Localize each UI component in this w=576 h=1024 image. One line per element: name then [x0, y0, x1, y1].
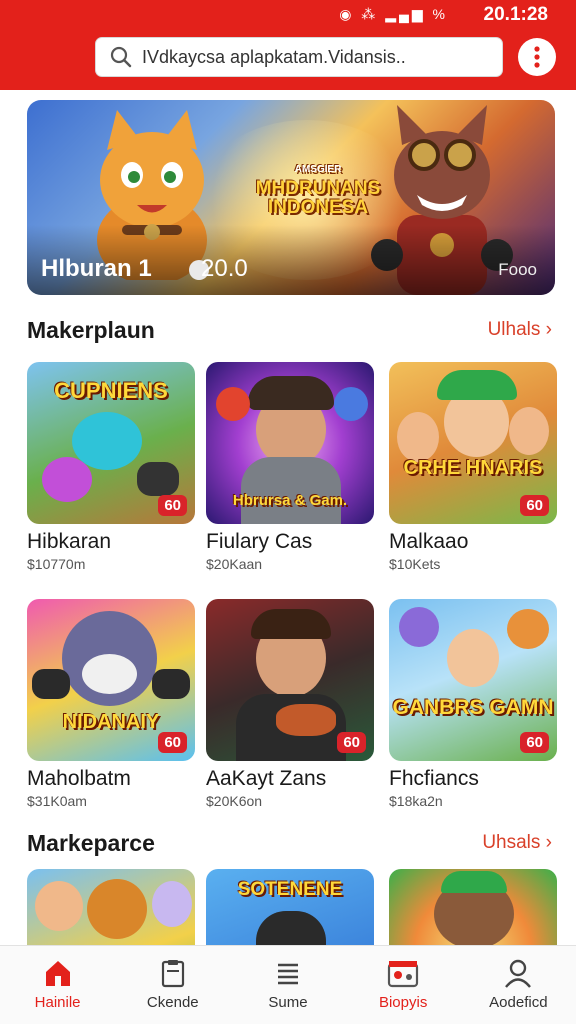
more-vertical-icon [534, 46, 540, 68]
bottom-navigation: Hainile Ckende Sume Biopyis Aodeficd [0, 945, 576, 1024]
card-price: $31K0am [27, 793, 87, 809]
status-bar: ◉ ⁂ ▂▄▆ % 20.1:28 [0, 0, 576, 28]
price-badge: 60 [520, 732, 549, 753]
section-title: Makerplaun [27, 317, 155, 343]
game-card[interactable] [389, 869, 557, 945]
clipboard-icon [161, 960, 184, 988]
game-thumbnail: Hbrursa & Gam. [206, 362, 374, 524]
banner-title: Hlburan 1 [41, 255, 152, 282]
see-all-link[interactable]: Uhsals › [482, 832, 552, 854]
price-badge: 60 [520, 495, 549, 516]
thumbnail-title: NIDANAIY [62, 711, 160, 733]
thumbnail-title: CUPNIENS [54, 378, 168, 403]
card-price: $10770m [27, 556, 86, 572]
nav-ckende[interactable]: Ckende [115, 946, 230, 1024]
card-name: Fiulary Cas [206, 530, 313, 553]
card-name: AaKayt Zans [206, 767, 327, 790]
nav-label: Aodeficd [489, 994, 548, 1011]
price-badge: 60 [158, 495, 187, 516]
search-bar[interactable] [95, 37, 503, 77]
see-all-link[interactable]: Ulhals › [488, 319, 552, 341]
banner-logo-small: AMSGIER [294, 164, 342, 175]
card-price: $10Kets [389, 556, 441, 572]
more-options-button[interactable] [518, 38, 556, 76]
game-thumbnail: GANBRS GAMN 60 [389, 599, 557, 761]
game-thumbnail: CRHE HNARIS 60 [389, 362, 557, 524]
game-thumbnail: NIDANAIY 60 [27, 599, 195, 761]
search-input[interactable] [142, 46, 482, 68]
card-name: Malkaao [389, 530, 469, 553]
price-badge: 60 [158, 732, 187, 753]
card-price: $20K6on [206, 793, 263, 809]
app-bar [0, 28, 576, 90]
game-card[interactable]: SOTENENE [206, 869, 374, 945]
nav-account[interactable]: Aodeficd [461, 946, 576, 1024]
store-icon [388, 961, 419, 988]
game-thumbnail: 60 [206, 599, 374, 761]
nav-biopyis[interactable]: Biopyis [346, 946, 461, 1024]
banner-logo-line1: MHDRUNANS [255, 178, 381, 199]
nav-label: Biopyis [378, 994, 428, 1011]
game-card[interactable]: CUPNIENS 60 Hibkaran $10770m [27, 362, 195, 572]
menu-lines-icon [277, 963, 298, 985]
game-thumbnail: CUPNIENS 60 [27, 362, 195, 524]
game-card[interactable]: CRHE HNARIS 60 Malkaao $10Kets [389, 362, 557, 572]
chevron-right-icon: › [545, 832, 552, 853]
thumbnail-title: Hbrursa & Gam. [232, 492, 348, 509]
banner-logo: AMSGIER MHDRUNANS INDONESA [255, 160, 381, 217]
game-card[interactable]: 60 AaKayt Zans $20K6on [206, 599, 374, 809]
hero-banner[interactable]: AMSGIER MHDRUNANS INDONESA Hlburan 1 20.… [27, 100, 555, 295]
chevron-right-icon: › [545, 319, 552, 340]
card-price: $20Kaan [206, 556, 263, 572]
nav-sume[interactable]: Sume [230, 946, 345, 1024]
nav-label: Ckende [146, 994, 199, 1011]
card-name: Fhcfiancs [389, 767, 479, 790]
status-time: 20.1:28 [483, 4, 548, 25]
price-badge: 60 [337, 732, 366, 753]
see-all-label: Ulhals [487, 319, 541, 340]
user-icon [505, 959, 532, 988]
game-card[interactable]: GANBRS GAMN 60 Fhcfiancs $18ka2n [389, 599, 557, 809]
thumbnail-title: GANBRS GAMN [392, 696, 554, 719]
card-price: $18ka2n [389, 793, 443, 809]
card-name: Hibkaran [27, 530, 112, 553]
section-title: Markeparce [27, 830, 155, 856]
game-card[interactable] [27, 869, 195, 945]
banner-value: 20.0 [201, 255, 248, 282]
nav-label: Sume [268, 994, 308, 1011]
nav-home[interactable]: Hainile [0, 946, 115, 1024]
card-name: Maholbatm [27, 767, 131, 790]
banner-tag: Fooo [498, 260, 537, 279]
see-all-label: Uhsals [482, 832, 541, 853]
thumbnail-title: CRHE HNARIS [403, 457, 543, 479]
home-icon [45, 961, 70, 986]
thumbnail-title: SOTENENE [237, 879, 343, 900]
game-thumbnail: SOTENENE [206, 869, 374, 945]
game-card[interactable]: NIDANAIY 60 Maholbatm $31K0am [27, 599, 195, 809]
search-icon [110, 46, 132, 68]
game-thumbnail [389, 869, 557, 945]
nav-label: Hainile [34, 994, 81, 1011]
game-thumbnail [27, 869, 195, 945]
game-card[interactable]: Hbrursa & Gam. Fiulary Cas $20Kaan [206, 362, 374, 572]
status-icons: ◉ ⁂ ▂▄▆ % [339, 6, 448, 22]
banner-logo-line2: INDONESA [267, 197, 369, 218]
